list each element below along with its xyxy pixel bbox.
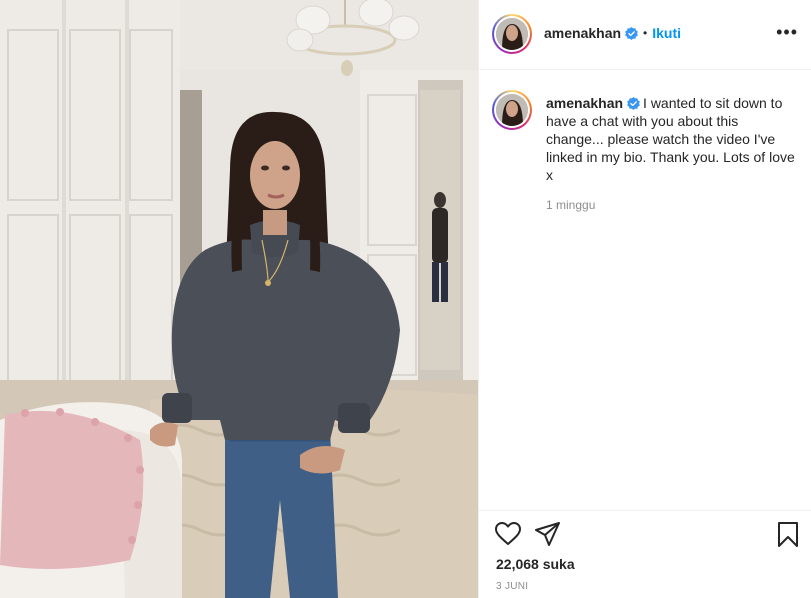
post-date[interactable]: 3 JUNI xyxy=(496,581,528,592)
avatar-image xyxy=(496,18,528,50)
likes-count[interactable]: 22,068 suka xyxy=(496,556,575,572)
follow-button[interactable]: Ikuti xyxy=(652,25,681,41)
heart-icon[interactable] xyxy=(495,522,521,546)
caption-avatar-image xyxy=(496,94,528,126)
post-photo[interactable] xyxy=(0,0,478,598)
avatar[interactable] xyxy=(492,14,532,54)
separator-dot: • xyxy=(643,26,648,40)
caption-username-link[interactable]: amenakhan xyxy=(546,95,623,111)
post-details-panel: amenakhan • Ikuti ••• amenakhan I wanted… xyxy=(478,0,811,598)
caption-time-ago[interactable]: 1 minggu xyxy=(546,198,595,212)
verified-badge-icon xyxy=(627,97,640,110)
verified-badge-icon xyxy=(625,26,638,40)
caption: amenakhan I wanted to sit down to have a … xyxy=(546,94,798,184)
caption-avatar[interactable] xyxy=(492,90,532,130)
ellipsis-icon[interactable]: ••• xyxy=(776,22,798,43)
header-user-info: amenakhan • Ikuti xyxy=(544,25,681,41)
bookmark-icon[interactable] xyxy=(777,522,799,548)
photo-scene xyxy=(0,0,478,598)
paper-plane-icon[interactable] xyxy=(535,522,561,546)
post-header: amenakhan • Ikuti ••• xyxy=(479,0,811,70)
post-actions: 22,068 suka 3 JUNI xyxy=(479,510,811,598)
username-link[interactable]: amenakhan xyxy=(544,25,621,41)
